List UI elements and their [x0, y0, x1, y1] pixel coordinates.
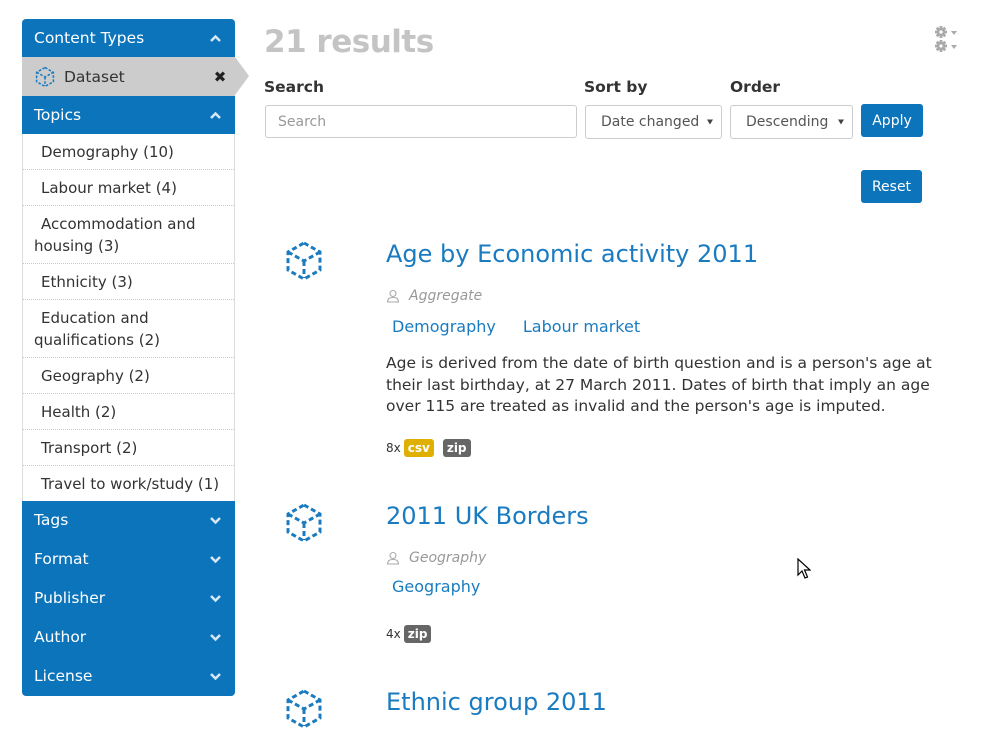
facet-header-tags[interactable]: Tags	[22, 501, 235, 540]
format-count: 4x	[386, 627, 401, 641]
result-item: Ethnic group 2011	[284, 688, 974, 738]
search-label: Search	[264, 78, 325, 96]
sort-label: Sort by	[584, 78, 648, 96]
format-badge-zip[interactable]: zip	[442, 439, 471, 457]
facet-title: Tags	[34, 511, 69, 529]
result-topics: Geography	[392, 577, 507, 596]
topic-label: Demography (10)	[41, 143, 174, 161]
topic-item[interactable]: Accommodation and housing (3)	[23, 206, 234, 264]
result-description: Age is derived from the date of birth qu…	[386, 354, 932, 415]
results-count: 21 results	[264, 24, 434, 60]
facet-header-license[interactable]: License	[22, 657, 235, 696]
topic-item[interactable]: Ethnicity (3)	[23, 264, 234, 300]
mouse-cursor-icon	[797, 558, 811, 579]
cube-icon	[34, 66, 56, 88]
facet-title: Format	[34, 550, 89, 568]
result-title-link[interactable]: 2011 UK Borders	[386, 502, 589, 530]
order-label: Order	[730, 78, 781, 96]
chevron-up-icon[interactable]	[208, 96, 222, 134]
facet-title: Publisher	[34, 589, 106, 607]
chevron-down-icon[interactable]	[208, 501, 222, 540]
result-publisher: Geography	[386, 550, 486, 566]
topic-item[interactable]: Travel to work/study (1)	[23, 466, 234, 501]
user-icon	[386, 289, 400, 303]
apply-button[interactable]: Apply	[861, 104, 923, 137]
active-filter-dataset[interactable]: Dataset ✖	[22, 57, 249, 96]
chevron-down-icon[interactable]	[208, 657, 222, 696]
result-title-link[interactable]: Ethnic group 2011	[386, 688, 607, 716]
order-select[interactable]: Descending	[730, 105, 853, 139]
facet-header-author[interactable]: Author	[22, 618, 235, 657]
result-publisher: Aggregate	[386, 288, 482, 304]
close-icon[interactable]: ✖	[213, 57, 227, 96]
topic-label: Geography (2)	[41, 367, 150, 385]
topic-item[interactable]: Demography (10)	[23, 134, 234, 170]
active-filter-label: Dataset	[64, 67, 125, 86]
result-formats: 8x csv zip	[386, 439, 480, 457]
facet-header-publisher[interactable]: Publisher	[22, 579, 235, 618]
result-topics: Demography Labour market	[392, 317, 667, 336]
cube-icon	[284, 502, 324, 544]
topic-link[interactable]: Demography	[392, 317, 496, 336]
result-item: 2011 UK Borders Geography Geography 4x z…	[284, 502, 974, 652]
gear-dropdown-icon[interactable]	[932, 25, 960, 55]
topic-item[interactable]: Geography (2)	[23, 358, 234, 394]
format-badge-zip[interactable]: zip	[403, 625, 432, 643]
search-input[interactable]	[265, 105, 577, 138]
topic-item[interactable]: Education and qualifications (2)	[23, 300, 234, 358]
cube-icon	[284, 688, 324, 730]
topic-label: Transport (2)	[41, 439, 138, 457]
caret-down-icon	[838, 119, 844, 125]
result-title-link[interactable]: Age by Economic activity 2011	[386, 240, 758, 268]
facet-header-content-types[interactable]: Content Types	[22, 19, 235, 57]
topic-list: Demography (10) Labour market (4) Accomm…	[22, 134, 235, 501]
collapsed-facets: Tags Format Publisher Author License	[22, 501, 235, 696]
facet-header-format[interactable]: Format	[22, 540, 235, 579]
facet-title: Author	[34, 628, 87, 646]
topic-link[interactable]: Labour market	[523, 317, 640, 336]
publisher-name: Aggregate	[409, 288, 483, 304]
topic-item[interactable]: Health (2)	[23, 394, 234, 430]
facet-header-topics[interactable]: Topics	[22, 96, 235, 134]
publisher-name: Geography	[409, 550, 487, 566]
sort-by-value: Date changed	[601, 114, 700, 130]
sort-by-select[interactable]: Date changed	[585, 105, 722, 139]
result-formats: 4x zip	[386, 625, 440, 643]
chevron-down-icon[interactable]	[208, 618, 222, 657]
format-count: 8x	[386, 441, 401, 455]
result-item: Age by Economic activity 2011 Aggregate …	[284, 240, 974, 470]
user-icon	[386, 551, 400, 565]
topic-label: Education and qualifications (2)	[34, 309, 161, 349]
topic-label: Health (2)	[41, 403, 117, 421]
reset-button[interactable]: Reset	[861, 170, 922, 203]
topic-label: Ethnicity (3)	[41, 273, 133, 291]
topic-label: Travel to work/study (1)	[41, 475, 220, 493]
chevron-down-icon[interactable]	[208, 579, 222, 618]
topic-item[interactable]: Transport (2)	[23, 430, 234, 466]
order-value: Descending	[746, 114, 829, 130]
topic-item[interactable]: Labour market (4)	[23, 170, 234, 206]
caret-down-icon	[707, 119, 713, 125]
chevron-up-icon[interactable]	[208, 19, 222, 57]
facet-title: Content Types	[34, 29, 145, 47]
chevron-down-icon[interactable]	[208, 540, 222, 579]
topic-label: Labour market (4)	[41, 179, 177, 197]
format-badge-csv[interactable]: csv	[403, 439, 434, 457]
facet-title: License	[34, 667, 93, 685]
topic-label: Accommodation and housing (3)	[34, 215, 196, 255]
cube-icon	[284, 240, 324, 282]
topic-link[interactable]: Geography	[392, 577, 480, 596]
facet-title: Topics	[34, 106, 82, 124]
facet-sidebar: Content Types Dataset ✖ Topics Demograph…	[22, 19, 249, 696]
